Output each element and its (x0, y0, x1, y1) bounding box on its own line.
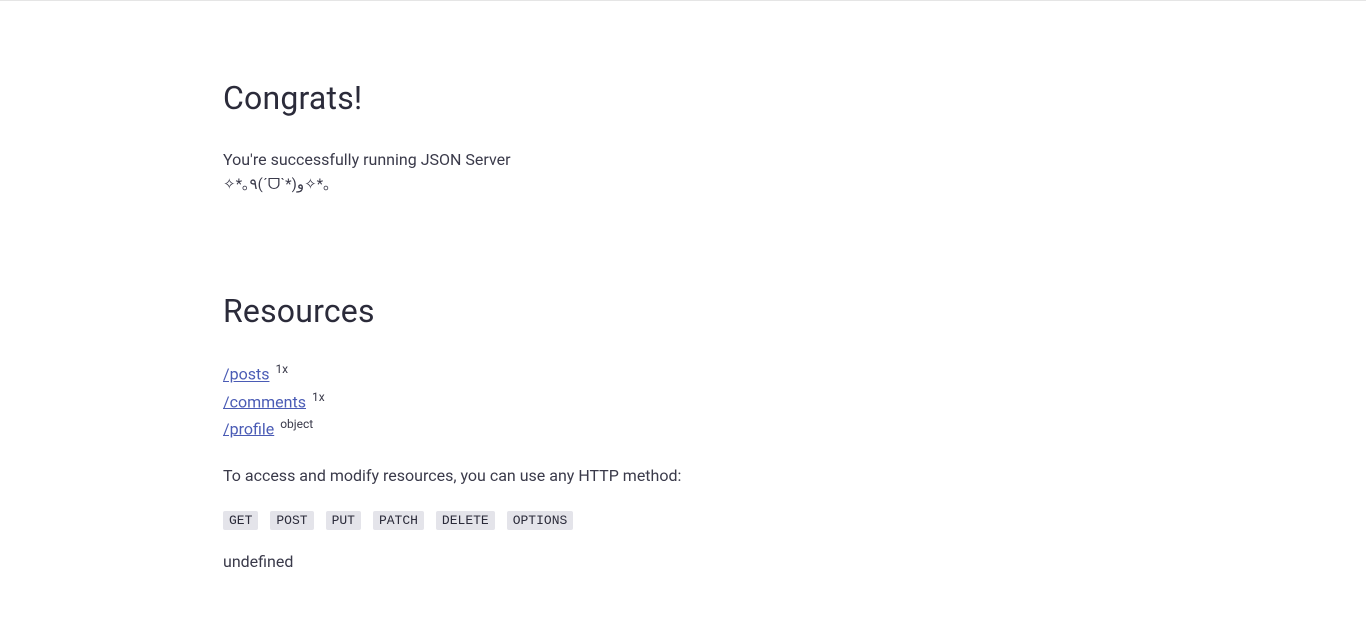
resource-link-posts[interactable]: /posts (223, 365, 269, 384)
method-badge-post: POST (270, 511, 313, 530)
section-title-resources: Resources (223, 292, 1143, 330)
resource-meta: 1x (312, 390, 325, 404)
resource-row: /comments 1x (223, 390, 1143, 411)
resource-description: To access and modify resources, you can … (223, 466, 1143, 485)
resource-meta: 1x (275, 362, 288, 376)
intro-text-line1: You're successfully running JSON Server (223, 149, 1143, 171)
http-methods-row: GET POST PUT PATCH DELETE OPTIONS (223, 509, 1143, 530)
intro-text-emoticon: ✧*｡٩(ˊᗜˋ*)و✧*｡ (223, 173, 1143, 194)
resource-row: /profile object (223, 417, 1143, 438)
page-viewport[interactable]: Congrats! You're successfully running JS… (0, 0, 1366, 637)
method-badge-options: OPTIONS (507, 511, 574, 530)
method-badge-get: GET (223, 511, 258, 530)
page-content: Congrats! You're successfully running JS… (203, 79, 1163, 637)
method-badge-put: PUT (326, 511, 361, 530)
resource-list: /posts 1x /comments 1x /profile object (223, 362, 1143, 438)
method-badge-delete: DELETE (436, 511, 495, 530)
resource-meta: object (280, 417, 313, 431)
undefined-text: undefined (223, 552, 1143, 571)
method-badge-patch: PATCH (373, 511, 424, 530)
resource-link-comments[interactable]: /comments (223, 392, 306, 411)
resource-row: /posts 1x (223, 362, 1143, 383)
page-title-congrats: Congrats! (223, 79, 1143, 117)
resource-link-profile[interactable]: /profile (223, 419, 274, 438)
